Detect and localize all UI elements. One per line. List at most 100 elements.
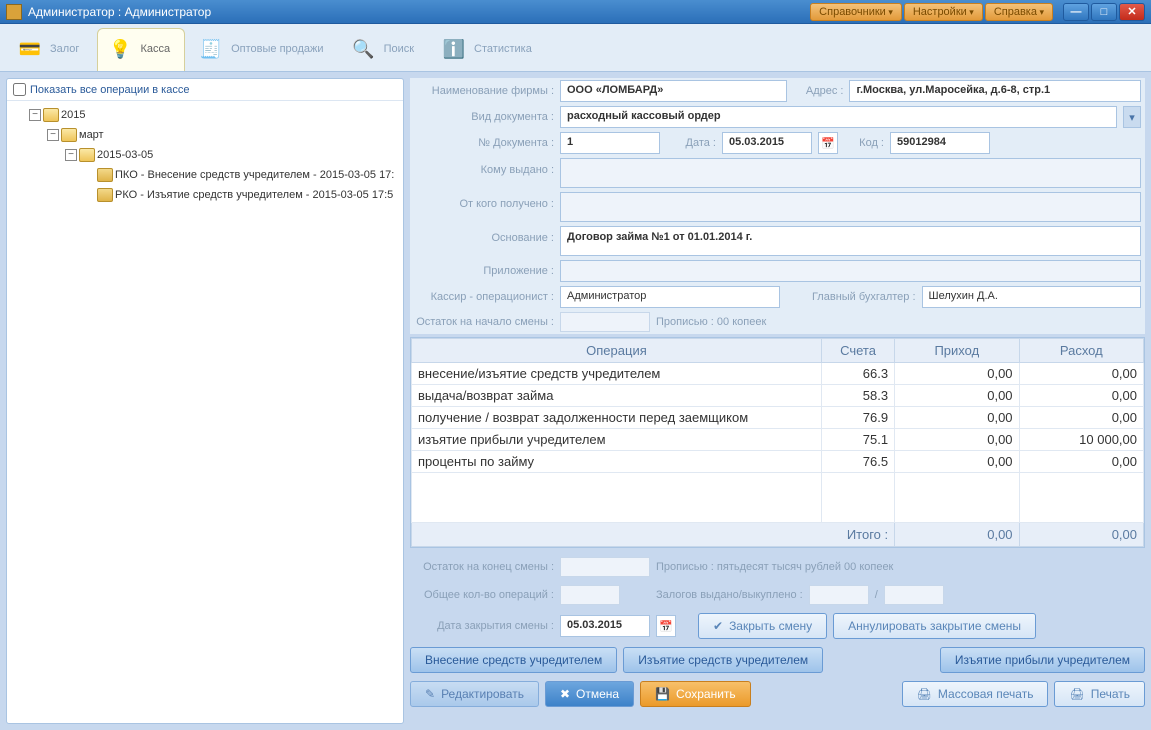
tab-pledge[interactable]: 💳 Залог: [8, 29, 93, 71]
company-field[interactable]: ООО «ЛОМБАРД»: [560, 80, 787, 102]
issued-field[interactable]: [560, 158, 1141, 188]
table-row[interactable]: проценты по займу76.50,000,00: [412, 451, 1144, 473]
tree-year[interactable]: − 2015: [9, 105, 401, 125]
issued-label: Кому выдано :: [414, 158, 554, 176]
table-row[interactable]: выдача/возврат займа58.30,000,00: [412, 385, 1144, 407]
calendar-icon[interactable]: [818, 132, 838, 154]
tree-day[interactable]: − 2015-03-05: [9, 145, 401, 165]
folder-icon: [79, 148, 95, 162]
close-shift-button[interactable]: ✔ Закрыть смену: [698, 613, 827, 639]
tab-wholesale[interactable]: 🧾 Оптовые продажи: [189, 29, 337, 71]
menu-dictionaries[interactable]: Справочники: [810, 3, 902, 21]
inwords2: Прописью : пятьдесят тысяч рублей 00 коп…: [656, 561, 893, 573]
accountant-label: Главный бухгалтер :: [786, 291, 916, 303]
save-button[interactable]: 💾 Сохранить: [640, 681, 751, 707]
tab-label: Оптовые продажи: [231, 43, 323, 55]
print-button[interactable]: 🖨 Печать: [1054, 681, 1145, 707]
basis-field[interactable]: Договор займа №1 от 01.01.2014 г.: [560, 226, 1141, 256]
basis-label: Основание :: [414, 226, 554, 244]
tree-month[interactable]: − март: [9, 125, 401, 145]
cancel-close-shift-button[interactable]: Аннулировать закрытие смены: [833, 613, 1036, 639]
app-icon: [6, 4, 22, 20]
col-operation[interactable]: Операция: [412, 339, 822, 363]
operations-tree-panel: Показать все операции в кассе − 2015 − м…: [6, 78, 404, 724]
closedate-field[interactable]: 05.03.2015: [560, 615, 650, 637]
table-row[interactable]: получение / возврат задолженности перед …: [412, 407, 1144, 429]
company-label: Наименование фирмы :: [414, 85, 554, 97]
folder-icon: [61, 128, 77, 142]
tree-op-pko[interactable]: ПКО - Внесение средств учредителем - 201…: [9, 165, 401, 185]
tab-stats[interactable]: ℹ️ Статистика: [432, 29, 546, 71]
totalops-field: [560, 585, 620, 605]
pledges-returned-field: [884, 585, 944, 605]
operations-tree[interactable]: − 2015 − март − 2015-03-05 ПКО - Внесени…: [7, 101, 403, 209]
doctype-dropdown[interactable]: ▾: [1123, 106, 1141, 128]
collapse-icon[interactable]: −: [47, 129, 59, 141]
inwords-label: Прописью : 00 копеек: [656, 316, 766, 328]
cancel-button[interactable]: ✖ Отмена: [545, 681, 634, 707]
tree-op-rko[interactable]: РКО - Изъятие средств учредителем - 2015…: [9, 185, 401, 205]
folder-icon: [43, 108, 59, 122]
date-field[interactable]: 05.03.2015: [722, 132, 812, 154]
attach-label: Приложение :: [414, 265, 554, 277]
top-menu: Справочники Настройки Справка: [810, 3, 1053, 21]
minimize-button[interactable]: —: [1063, 3, 1089, 21]
tab-label: Статистика: [474, 43, 532, 55]
titlebar: Администратор : Администратор Справочник…: [0, 0, 1151, 24]
startbal-field: [560, 312, 650, 332]
tab-label: Поиск: [384, 43, 414, 55]
col-expense[interactable]: Расход: [1019, 339, 1143, 363]
tab-label: Касса: [140, 43, 170, 55]
cashier-field[interactable]: Администратор: [560, 286, 780, 308]
tab-cash[interactable]: 💡 Касса: [97, 28, 185, 71]
table-row[interactable]: внесение/изъятие средств учредителем66.3…: [412, 363, 1144, 385]
search-icon: 🔍: [350, 35, 378, 63]
folder-icon: [97, 168, 113, 182]
pledge-icon: 💳: [16, 35, 44, 63]
show-all-checkbox[interactable]: [13, 83, 26, 96]
tab-label: Залог: [50, 43, 79, 55]
edit-button[interactable]: ✎ Редактировать: [410, 681, 539, 707]
close-button[interactable]: ✕: [1119, 3, 1145, 21]
pledges-issued-field: [809, 585, 869, 605]
tree-header[interactable]: Показать все операции в кассе: [7, 79, 403, 101]
total-label: Итого :: [412, 523, 895, 547]
accountant-field[interactable]: Шелухин Д.А.: [922, 286, 1142, 308]
address-label: Адрес :: [793, 85, 843, 97]
main-toolbar: 💳 Залог 💡 Касса 🧾 Оптовые продажи 🔍 Поис…: [0, 24, 1151, 72]
operations-table[interactable]: Операция Счета Приход Расход внесение/из…: [410, 337, 1145, 548]
from-field[interactable]: [560, 192, 1141, 222]
collapse-icon[interactable]: −: [65, 149, 77, 161]
maximize-button[interactable]: □: [1091, 3, 1117, 21]
col-account[interactable]: Счета: [821, 339, 894, 363]
startbal-label: Остаток на начало смены :: [414, 316, 554, 328]
docnum-field[interactable]: 1: [560, 132, 660, 154]
doctype-field[interactable]: расходный кассовый ордер: [560, 106, 1117, 128]
docnum-label: № Документа :: [414, 137, 554, 149]
attach-field[interactable]: [560, 260, 1141, 282]
address-field[interactable]: г.Москва, ул.Маросейка, д.6-8, стр.1: [849, 80, 1141, 102]
total-income: 0,00: [895, 523, 1019, 547]
from-label: От кого получено :: [414, 192, 554, 210]
pledges-label: Залогов выдано/выкуплено :: [656, 589, 803, 601]
table-row[interactable]: изъятие прибыли учредителем75.10,0010 00…: [412, 429, 1144, 451]
date-label: Дата :: [666, 137, 716, 149]
doctype-label: Вид документа :: [414, 111, 554, 123]
col-income[interactable]: Приход: [895, 339, 1019, 363]
deposit-founder-button[interactable]: Внесение средств учредителем: [410, 647, 617, 673]
total-expense: 0,00: [1019, 523, 1143, 547]
info-icon: ℹ️: [440, 35, 468, 63]
code-label: Код :: [844, 137, 884, 149]
collapse-icon[interactable]: −: [29, 109, 41, 121]
code-field[interactable]: 59012984: [890, 132, 990, 154]
withdraw-founder-button[interactable]: Изъятие средств учредителем: [623, 647, 823, 673]
mass-print-button[interactable]: 🖨 Массовая печать: [902, 681, 1049, 707]
tab-search[interactable]: 🔍 Поиск: [342, 29, 428, 71]
menu-settings[interactable]: Настройки: [904, 3, 983, 21]
window-title: Администратор : Администратор: [28, 5, 810, 19]
withdraw-profit-button[interactable]: Изъятие прибыли учредителем: [940, 647, 1145, 673]
folder-icon: [97, 188, 113, 202]
menu-help[interactable]: Справка: [985, 3, 1053, 21]
calendar-icon[interactable]: [656, 615, 676, 637]
cashier-label: Кассир - операционист :: [414, 291, 554, 303]
